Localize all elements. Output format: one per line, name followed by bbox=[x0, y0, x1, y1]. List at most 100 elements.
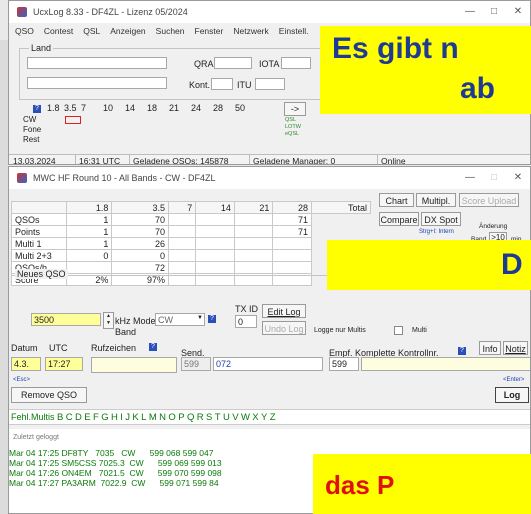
menu-item[interactable]: Contest bbox=[44, 26, 73, 36]
stats-cell bbox=[168, 249, 197, 262]
log-button[interactable]: Log bbox=[495, 387, 529, 403]
band-header-cell[interactable]: 24 bbox=[191, 103, 213, 113]
rufzeichen-help-icon[interactable]: ? bbox=[149, 343, 157, 351]
contest-close-icon[interactable]: ✕ bbox=[506, 167, 530, 189]
mode-row-label: Fone bbox=[23, 125, 42, 134]
mode-help-icon[interactable]: ? bbox=[208, 315, 216, 323]
stats-cell: 1 bbox=[65, 225, 113, 238]
menu-item[interactable]: QSL bbox=[83, 26, 100, 36]
kontroll-field[interactable] bbox=[361, 357, 530, 371]
stats-cell bbox=[168, 213, 197, 226]
contest-app-icon bbox=[17, 173, 27, 183]
menu-item[interactable]: Suchen bbox=[156, 26, 185, 36]
chart-button[interactable]: Chart bbox=[379, 193, 414, 207]
menu-item[interactable]: Einstell. bbox=[279, 26, 309, 36]
main-window-title: UcxLog 8.33 - DF4ZL - Lizenz 05/2024 bbox=[33, 7, 188, 17]
kontroll-help-icon[interactable]: ? bbox=[458, 347, 466, 355]
edit-log-button[interactable]: Edit Log bbox=[262, 304, 306, 318]
stats-cell bbox=[233, 249, 274, 262]
stats-cell: 1 bbox=[65, 213, 113, 226]
land-field[interactable] bbox=[27, 57, 167, 69]
band-header-cell[interactable]: 14 bbox=[125, 103, 147, 113]
stats-cell bbox=[195, 249, 235, 262]
band-header-cell[interactable]: 21 bbox=[169, 103, 191, 113]
stats-row-label: Multi 2+3 bbox=[11, 249, 67, 262]
stats-cell: 70 bbox=[111, 213, 170, 226]
remove-qso-button[interactable]: Remove QSO bbox=[11, 387, 87, 403]
datum-label: Datum bbox=[11, 343, 38, 353]
compare-button[interactable]: Compare bbox=[379, 212, 419, 226]
txid-field[interactable]: 0 bbox=[235, 315, 257, 328]
arrow-button[interactable]: -> bbox=[284, 102, 306, 116]
mode-label: Mode bbox=[133, 316, 156, 326]
contest-minimize-icon[interactable]: — bbox=[458, 167, 482, 189]
txid-label: TX ID bbox=[235, 304, 259, 314]
land-label: Land bbox=[29, 43, 54, 53]
itu-field[interactable] bbox=[255, 78, 285, 90]
band-header-cell[interactable]: 1.8 bbox=[47, 103, 64, 113]
multipl-button[interactable]: Multipl. bbox=[416, 193, 456, 207]
datum-field[interactable]: 4.3. bbox=[11, 357, 41, 371]
callsign-input[interactable] bbox=[91, 357, 177, 373]
mode-select[interactable]: CW ▼ bbox=[155, 313, 205, 326]
kont-field[interactable] bbox=[211, 78, 233, 90]
app-icon bbox=[17, 7, 27, 17]
band-header-cell[interactable]: 50 bbox=[235, 103, 257, 113]
qsl-tags: QSL LOTW eQSL bbox=[285, 117, 301, 138]
band-header-cell[interactable]: 10 bbox=[103, 103, 125, 113]
stats-cell: 0 bbox=[111, 249, 170, 262]
stats-cell bbox=[272, 249, 312, 262]
menu-item[interactable]: Netzwerk bbox=[233, 26, 268, 36]
band-header-cell[interactable]: 28 bbox=[213, 103, 235, 113]
info-button[interactable]: Info bbox=[479, 341, 501, 355]
mode-value: CW bbox=[158, 315, 173, 325]
utc-value: 17:27 bbox=[48, 359, 71, 369]
band-header-cell[interactable]: 7 bbox=[81, 103, 103, 113]
empf-rst-field[interactable]: 599 bbox=[329, 357, 359, 371]
minimize-icon[interactable]: — bbox=[458, 1, 482, 23]
status-time: 16:31 UTC bbox=[75, 155, 120, 164]
qra-field[interactable] bbox=[214, 57, 252, 69]
send-nr-field[interactable]: 072 bbox=[213, 357, 323, 371]
stats-cell bbox=[168, 261, 197, 274]
maximize-icon[interactable]: □ bbox=[482, 1, 506, 23]
contest-maximize-icon[interactable]: □ bbox=[482, 167, 506, 189]
band-cell-cw-3-5[interactable] bbox=[65, 116, 81, 124]
help-icon[interactable]: ? bbox=[33, 105, 41, 113]
score-upload-button[interactable]: Score Upload bbox=[459, 193, 519, 207]
dx-spot-button[interactable]: DX Spot bbox=[421, 212, 461, 226]
frequency-spinner[interactable]: ▲ ▼ bbox=[103, 312, 114, 329]
stats-header-cell bbox=[11, 201, 67, 214]
recent-log-entry[interactable]: Mar 04 17:26 ON4EM 7021.5 CW 599 070 599… bbox=[9, 468, 222, 478]
logge-nur-multis-checkbox[interactable] bbox=[394, 326, 403, 335]
send-rst-field[interactable]: 599 bbox=[181, 357, 211, 371]
stats-cell bbox=[168, 225, 197, 238]
recent-log-list: Mar 04 17:25 DF8TY 7035 CW 599 068 599 0… bbox=[9, 448, 222, 488]
background-window-edge bbox=[0, 40, 8, 514]
close-icon[interactable]: ✕ bbox=[506, 1, 530, 23]
iota-field[interactable] bbox=[281, 57, 311, 69]
status-online: Online bbox=[377, 155, 406, 164]
frequency-input[interactable]: 3500 bbox=[31, 313, 101, 326]
overlay-banner-top-line1: Es gibt n bbox=[332, 32, 459, 65]
land-secondary-field[interactable] bbox=[27, 77, 167, 89]
status-qso-count: Geladene QSOs: 145878 bbox=[129, 155, 228, 164]
notiz-button[interactable]: Notiz bbox=[503, 341, 528, 355]
stats-row-label: QSOs bbox=[11, 213, 67, 226]
band-header-cell[interactable]: 3.5 bbox=[64, 103, 81, 113]
band-matrix: ? 1.8 3.5 7 10 14 18 21 24 28 50 CW Fone Rest -> QS… bbox=[19, 101, 339, 151]
band-header-cell[interactable]: 18 bbox=[147, 103, 169, 113]
contest-window-title: MWC HF Round 10 - All Bands - CW - DF4ZL bbox=[33, 173, 216, 183]
menu-item[interactable]: QSO bbox=[15, 26, 34, 36]
recent-log-entry[interactable]: Mar 04 17:27 PA3ARM 7022.9 CW 599 071 59… bbox=[9, 478, 222, 488]
recent-log-entry[interactable]: Mar 04 17:25 SM5CSS 7025.3 CW 599 069 59… bbox=[9, 458, 222, 468]
menu-item[interactable]: Anzeigen bbox=[110, 26, 145, 36]
stats-cell: 26 bbox=[111, 237, 170, 250]
recent-log-title: Zuletzt geloggt bbox=[13, 434, 59, 441]
utc-field[interactable]: 17:27 bbox=[45, 357, 83, 371]
itu-label: ITU bbox=[237, 80, 252, 90]
menu-item[interactable]: Fenster bbox=[195, 26, 224, 36]
recent-log-entry[interactable]: Mar 04 17:25 DF8TY 7035 CW 599 068 599 0… bbox=[9, 448, 222, 458]
stats-cell bbox=[168, 237, 197, 250]
undo-log-button[interactable]: Undo Log bbox=[262, 321, 306, 335]
